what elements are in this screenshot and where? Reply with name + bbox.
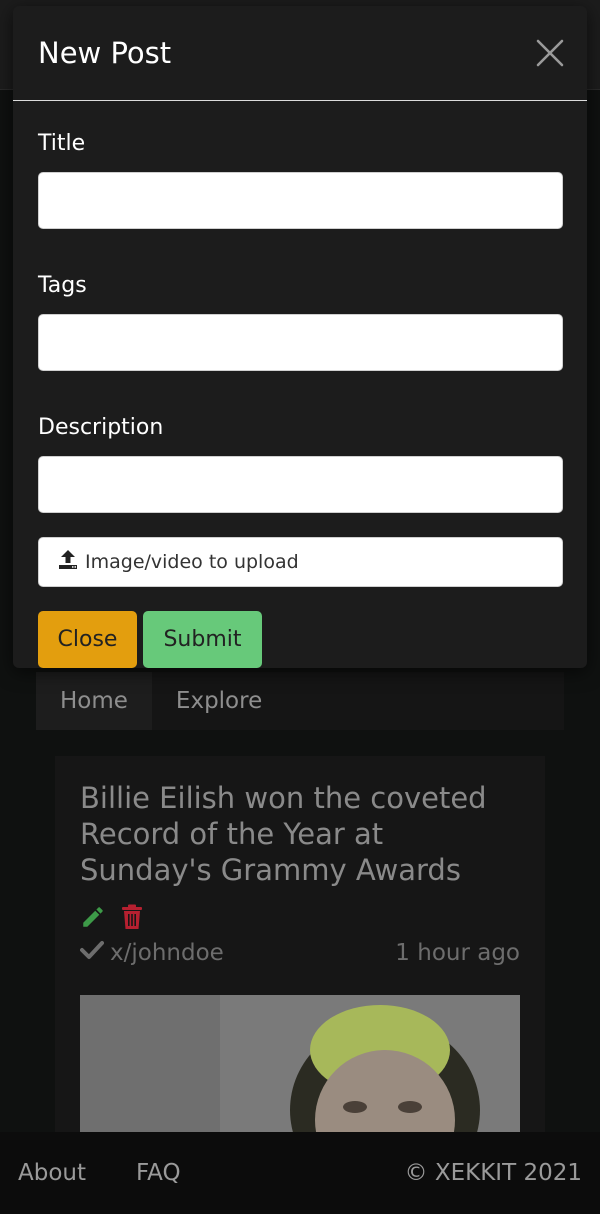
post-actions — [80, 904, 520, 934]
nav-tabs: Home Explore — [36, 672, 564, 730]
footer: About FAQ © XEKKIT 2021 — [0, 1132, 600, 1214]
tags-label: Tags — [38, 273, 87, 298]
post-title[interactable]: Billie Eilish won the coveted Record of … — [80, 780, 520, 888]
post-card: Billie Eilish won the coveted Record of … — [55, 756, 545, 1132]
post-meta: x/johndoe 1 hour ago — [80, 940, 520, 966]
footer-about-link[interactable]: About — [18, 1160, 86, 1186]
title-label: Title — [38, 131, 86, 156]
upload-label: Image/video to upload — [85, 551, 299, 573]
upload-button[interactable]: Image/video to upload — [38, 537, 563, 587]
tags-input[interactable] — [38, 314, 563, 371]
edit-icon[interactable] — [80, 904, 106, 934]
tab-explore[interactable]: Explore — [152, 672, 286, 730]
close-button[interactable]: Close — [38, 611, 137, 668]
author-name: x/johndoe — [110, 940, 224, 966]
description-input[interactable] — [38, 456, 563, 513]
footer-copyright: © XEKKIT 2021 — [404, 1160, 582, 1186]
modal-body: Title Tags Description Image/video to up… — [13, 101, 587, 668]
post-author[interactable]: x/johndoe — [80, 940, 224, 966]
title-input[interactable] — [38, 172, 563, 229]
upload-icon — [57, 549, 79, 576]
tab-home[interactable]: Home — [36, 672, 152, 730]
description-label: Description — [38, 415, 164, 440]
modal-title: New Post — [38, 36, 172, 70]
footer-faq-link[interactable]: FAQ — [136, 1160, 181, 1186]
post-image[interactable] — [80, 995, 520, 1132]
close-icon[interactable] — [535, 38, 565, 68]
modal-header: New Post — [13, 6, 587, 101]
delete-icon[interactable] — [120, 904, 144, 934]
new-post-modal: New Post Title Tags Description Image/vi… — [13, 6, 587, 668]
post-time: 1 hour ago — [395, 940, 520, 966]
modal-actions: Close Submit — [38, 611, 563, 668]
check-icon — [80, 940, 104, 966]
submit-button[interactable]: Submit — [143, 611, 262, 668]
